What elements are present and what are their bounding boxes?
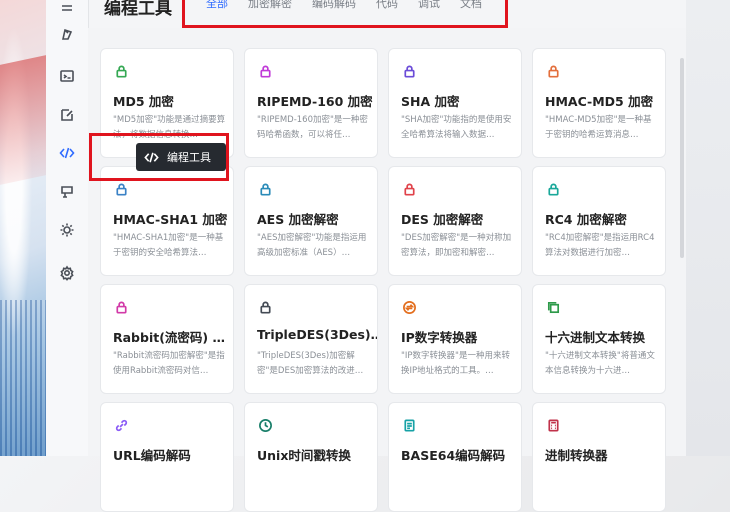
menu-icon xyxy=(62,5,72,11)
highlight-box-tabs xyxy=(182,0,508,28)
tool-card-description: "AES加密解密"功能是指运用高级加密标准（AES）… xyxy=(257,233,367,258)
sidebar-item-settings[interactable] xyxy=(57,263,77,283)
sidebar-item-theme[interactable] xyxy=(57,220,77,240)
tool-card[interactable]: HMAC-SHA1 加密 "HMAC-SHA1加密"是一种基于密钥的安全哈希算法… xyxy=(100,166,234,276)
tool-card-description: "SHA加密"功能指的是使用安全哈希算法将输入数据… xyxy=(401,115,512,140)
stamp-icon xyxy=(61,186,73,198)
tool-card-description: "RIPEMD-160加密"是一种密码哈希函数，可以将任… xyxy=(257,115,368,140)
tooltip-label: 编程工具 xyxy=(167,151,211,164)
tool-card[interactable]: AES 加密解密 "AES加密解密"功能是指运用高级加密标准（AES）… xyxy=(244,166,378,276)
doc-icon xyxy=(401,417,417,433)
tool-card-title: SHA 加密 xyxy=(401,94,460,109)
sun-icon xyxy=(60,223,74,237)
tool-card-title: IP数字转换器 xyxy=(401,330,478,345)
tool-card-title: 进制转换器 xyxy=(545,448,608,463)
tool-card[interactable]: DES 加密解密 "DES加密解密"是一种对称加密算法，即加密和解密… xyxy=(388,166,522,276)
lock-icon xyxy=(257,181,273,197)
tool-card-description: "DES加密解密"是一种对称加密算法，即加密和解密… xyxy=(401,233,512,258)
lock-icon xyxy=(545,63,561,79)
tool-card[interactable]: Rabbit(流密码) … "Rabbit流密码加密解密"是指使用Rabbit流密… xyxy=(100,284,234,394)
lock-icon xyxy=(545,181,561,197)
terminal-icon xyxy=(60,70,74,82)
scrollbar[interactable] xyxy=(680,58,684,258)
gear-icon xyxy=(60,265,74,281)
sidebar-item-home[interactable] xyxy=(57,0,77,20)
tool-card[interactable]: 进制转换器 xyxy=(532,402,666,512)
tool-card-title: RC4 加密解密 xyxy=(545,212,627,227)
tool-card-title: Rabbit(流密码) … xyxy=(113,330,225,345)
lock-icon xyxy=(257,63,273,79)
sidebar-item-edit[interactable] xyxy=(57,105,77,125)
tool-grid-area: MD5 加密 "MD5加密"功能是通过摘要算法，将数据信息转换… RIPEMD-16… xyxy=(88,28,686,512)
page-title: 编程工具 xyxy=(104,0,172,19)
desktop-background xyxy=(686,0,730,456)
sidebar-item-design[interactable] xyxy=(57,24,77,44)
lock-icon xyxy=(401,63,417,79)
tool-card-title: BASE64编码解码 xyxy=(401,448,506,463)
tool-card[interactable]: 十六进制文本转换 "十六进制文本转换"将普通文本信息转换为十六进… xyxy=(532,284,666,394)
sidebar-item-stamp[interactable] xyxy=(57,182,77,202)
tool-card[interactable]: URL编码解码 xyxy=(100,402,234,512)
tool-card-description: "Rabbit流密码加密解密"是指使用Rabbit流密码对信… xyxy=(113,351,225,376)
tool-card[interactable]: SHA 加密 "SHA加密"功能指的是使用安全哈希算法将输入数据… xyxy=(388,48,522,158)
clock-icon xyxy=(257,417,273,433)
lock-icon xyxy=(113,63,129,79)
tool-card[interactable]: RIPEMD-160 加密 "RIPEMD-160加密"是一种密码哈希函数，可以将… xyxy=(244,48,378,158)
lock-icon xyxy=(401,181,417,197)
tool-card-title: TripleDES(3Des)… xyxy=(257,327,377,342)
tool-card[interactable]: TripleDES(3Des)… "TripleDES(3Des)加密解密"是DE… xyxy=(244,284,378,394)
sidebar-item-terminal[interactable] xyxy=(57,66,77,86)
tool-card-description: "IP数字转换器"是一种用来转换IP地址格式的工具。… xyxy=(401,351,510,376)
tool-card[interactable]: IP数字转换器 "IP数字转换器"是一种用来转换IP地址格式的工具。… xyxy=(388,284,522,394)
tool-card-title: DES 加密解密 xyxy=(401,212,484,227)
code-icon xyxy=(144,150,159,165)
tool-card-title: URL编码解码 xyxy=(113,448,191,463)
tool-card[interactable]: Unix时间戳转换 xyxy=(244,402,378,512)
sidebar-tooltip: 编程工具 xyxy=(136,143,226,171)
tool-card[interactable]: HMAC-MD5 加密 "HMAC-MD5加密"是一种基于密钥的哈希运算消息… xyxy=(532,48,666,158)
lock-icon xyxy=(113,299,129,315)
tool-card-title: RIPEMD-160 加密 xyxy=(257,94,373,109)
sidebar-item-programming-tools[interactable] xyxy=(57,143,77,163)
tool-card-description: "HMAC-MD5加密"是一种基于密钥的哈希运算消息… xyxy=(545,115,652,140)
pen-tool-icon xyxy=(62,28,73,40)
copy-icon xyxy=(545,299,561,315)
tool-card-title: 十六进制文本转换 xyxy=(545,330,646,345)
lock-icon xyxy=(257,299,273,315)
tool-card-title: AES 加密解密 xyxy=(257,212,339,227)
tool-card-description: "RC4加密解密"是指运用RC4算法对数据进行加密… xyxy=(545,233,655,258)
tool-card-title: HMAC-SHA1 加密 xyxy=(113,212,228,227)
edit-icon xyxy=(61,109,73,121)
code-icon xyxy=(59,147,75,159)
tool-card-description: "十六进制文本转换"将普通文本信息转换为十六进… xyxy=(545,351,655,376)
tool-card-description: "TripleDES(3Des)加密解密"是DES加密算法的改进… xyxy=(257,351,364,376)
swap-icon xyxy=(401,299,417,315)
sidebar-rail xyxy=(46,0,89,456)
tool-card-title: HMAC-MD5 加密 xyxy=(545,94,654,109)
tool-card-description: "HMAC-SHA1加密"是一种基于密钥的安全哈希算法… xyxy=(113,233,224,258)
link-icon xyxy=(113,417,129,433)
tool-card-title: MD5 加密 xyxy=(113,94,174,109)
desktop-wallpaper xyxy=(0,0,46,456)
tool-card-title: Unix时间戳转换 xyxy=(257,448,351,463)
lock-icon xyxy=(113,181,129,197)
tool-card[interactable]: RC4 加密解密 "RC4加密解密"是指运用RC4算法对数据进行加密… xyxy=(532,166,666,276)
calc-icon xyxy=(545,417,561,433)
tool-card[interactable]: BASE64编码解码 xyxy=(388,402,522,512)
app-window: 编程工具 全部 加密解密 编码解码 代码 调试 文档 MD5 加密 "MD5加密"… xyxy=(46,0,686,512)
